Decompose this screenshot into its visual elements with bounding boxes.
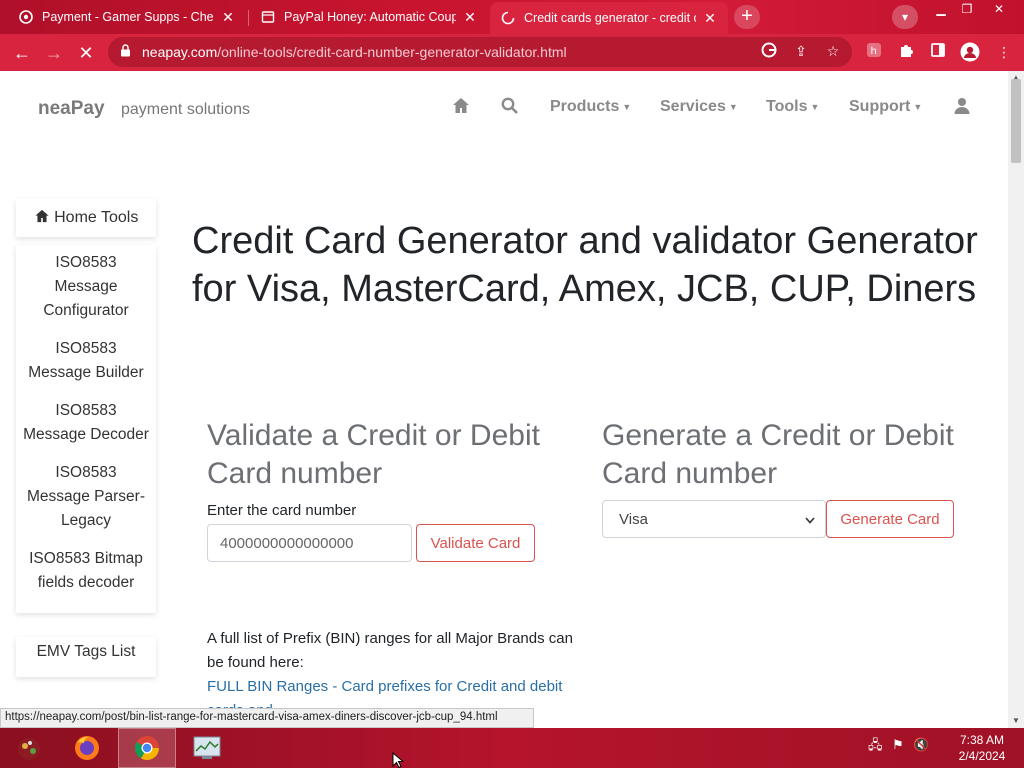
home-icon (34, 209, 50, 226)
tab-favicon-icon (260, 9, 276, 25)
sidebar-item-iso8583-configurator[interactable]: ISO8583 Message Configurator (16, 251, 156, 337)
firefox-icon[interactable] (58, 728, 116, 768)
close-window-icon[interactable]: ✕ (984, 0, 1014, 18)
scroll-down-icon[interactable]: ▼ (1008, 714, 1024, 728)
google-icon[interactable] (760, 42, 778, 60)
search-icon[interactable] (501, 97, 518, 119)
bookmark-star-icon[interactable]: ☆ (824, 42, 842, 60)
caret-down-icon: ▼ (728, 101, 738, 112)
tab-credit-cards-generator[interactable]: Credit cards generator - credit ca ✕ (490, 2, 728, 34)
site-logo[interactable]: neaPay (38, 98, 105, 120)
caret-down-icon: ▼ (810, 101, 820, 112)
sidebar-item-iso8583-bitmap[interactable]: ISO8583 Bitmap fields decoder (16, 547, 156, 609)
task-manager-icon[interactable] (178, 728, 236, 768)
clock-time: 7:38 AM (959, 733, 1005, 747)
sidebar-item-iso8583-decoder[interactable]: ISO8583 Message Decoder (16, 399, 156, 461)
nav-services[interactable]: Services ▼ (660, 98, 738, 116)
profile-avatar-icon[interactable] (960, 42, 980, 62)
home-icon[interactable] (452, 97, 470, 119)
stop-loading-button[interactable]: ✕ (72, 39, 100, 67)
card-number-input[interactable] (207, 524, 412, 562)
tab-close-icon[interactable]: ✕ (702, 10, 718, 27)
card-number-label: Enter the card number (207, 502, 357, 519)
browser-toolbar: ← → ✕ neapay.com/online-tools/credit-car… (0, 34, 1024, 71)
tab-search-button[interactable]: ▾ (892, 5, 918, 29)
chrome-icon[interactable] (118, 728, 176, 768)
tab-close-icon[interactable]: ✕ (220, 9, 236, 26)
card-brand-select[interactable]: Visa (602, 500, 826, 538)
forward-button[interactable]: → (40, 39, 68, 67)
tab-favicon-icon (18, 9, 34, 25)
nav-tools[interactable]: Tools ▼ (766, 98, 819, 116)
svg-text:h: h (871, 46, 877, 57)
generate-heading: Generate a Credit or Debit Card number (602, 419, 954, 490)
url-host: neapay.com (142, 44, 218, 60)
site-tagline: payment solutions (121, 101, 250, 118)
start-button[interactable] (0, 728, 58, 768)
page-scrollbar[interactable]: ▲ ▼ (1008, 71, 1024, 728)
nav-label: Support (849, 98, 911, 115)
browser-menu-icon[interactable]: ⋮ (994, 42, 1014, 62)
taskbar-clock[interactable]: 7:38 AM 2/4/2024 (952, 732, 1012, 764)
clock-date: 2/4/2024 (958, 749, 1006, 763)
tab-title: Payment - Gamer Supps - Check (42, 10, 214, 24)
flag-icon[interactable]: ⚑ (892, 737, 904, 752)
address-bar[interactable]: neapay.com/online-tools/credit-card-numb… (108, 37, 852, 67)
new-tab-button[interactable]: + (734, 5, 760, 29)
nav-support[interactable]: Support ▼ (849, 98, 922, 116)
share-icon[interactable]: ⇪ (792, 42, 810, 60)
system-tray: 🖧 ⚑ 🔇 (868, 736, 930, 758)
page-title: Credit Card Generator and validator Gene… (192, 220, 978, 310)
browser-chrome: Payment - Gamer Supps - Check ✕ PayPal H… (0, 0, 1024, 71)
mouse-cursor-icon (392, 751, 405, 768)
tab-title: Credit cards generator - credit ca (524, 11, 696, 25)
user-icon[interactable] (954, 97, 970, 119)
tab-title: PayPal Honey: Automatic Coupon (284, 10, 456, 24)
tab-strip: Payment - Gamer Supps - Check ✕ PayPal H… (0, 0, 1024, 34)
tab-paypal-honey[interactable]: PayPal Honey: Automatic Coupon ✕ (250, 3, 488, 31)
tab-gamer-supps[interactable]: Payment - Gamer Supps - Check ✕ (8, 3, 246, 31)
nav-label: Products (550, 98, 620, 115)
validate-heading: Validate a Credit or Debit Card number (207, 419, 540, 490)
nav-products[interactable]: Products ▼ (550, 98, 631, 116)
extensions-puzzle-icon[interactable] (896, 42, 916, 62)
tab-close-icon[interactable]: ✕ (462, 9, 478, 26)
sidebar: Home Tools ISO8583 Message Configurator … (16, 199, 156, 677)
web-page: neaPay payment solutions Products ▼ Servi… (0, 71, 1008, 728)
nav-label: Services (660, 98, 726, 115)
sidebar-item-iso8583-parser-legacy[interactable]: ISO8583 Message Parser- Legacy (16, 461, 156, 547)
back-button[interactable]: ← (8, 39, 36, 67)
scrollbar-thumb[interactable] (1011, 79, 1021, 163)
lock-icon (120, 44, 134, 60)
generate-card-button[interactable]: Generate Card (826, 500, 954, 538)
sidebar-tools-list: ISO8583 Message Configurator ISO8583 Mes… (16, 245, 156, 613)
os-taskbar: 🖧 ⚑ 🔇 7:38 AM 2/4/2024 (0, 728, 1024, 768)
validate-card-button[interactable]: Validate Card (416, 524, 535, 562)
restore-icon[interactable]: ❐ (952, 0, 982, 18)
network-icon[interactable]: 🖧 (868, 737, 883, 752)
nav-label: Tools (766, 98, 808, 115)
extension-honey-icon[interactable]: h (864, 42, 884, 62)
sidebar-home-label: Home Tools (54, 209, 139, 226)
card-brand-selected: Visa (619, 510, 648, 528)
loading-spinner-icon (500, 10, 516, 26)
sidebar-item-iso8583-builder[interactable]: ISO8583 Message Builder (16, 337, 156, 399)
link-status-bar: https://neapay.com/post/bin-list-range-f… (0, 708, 534, 728)
sidebar-home-tools[interactable]: Home Tools (16, 199, 156, 237)
caret-down-icon: ▼ (913, 101, 923, 112)
url-path: /online-tools/credit-card-number-generat… (217, 44, 567, 60)
volume-muted-icon[interactable]: 🔇 (913, 737, 929, 752)
bin-info-text: A full list of Prefix (BIN) ranges for a… (207, 630, 573, 671)
tab-separator (248, 10, 249, 26)
sidebar-item-emv-tags[interactable]: EMV Tags List (16, 637, 156, 677)
chevron-down-icon (805, 511, 815, 528)
side-panel-icon[interactable] (928, 42, 948, 62)
caret-down-icon: ▼ (622, 101, 632, 112)
